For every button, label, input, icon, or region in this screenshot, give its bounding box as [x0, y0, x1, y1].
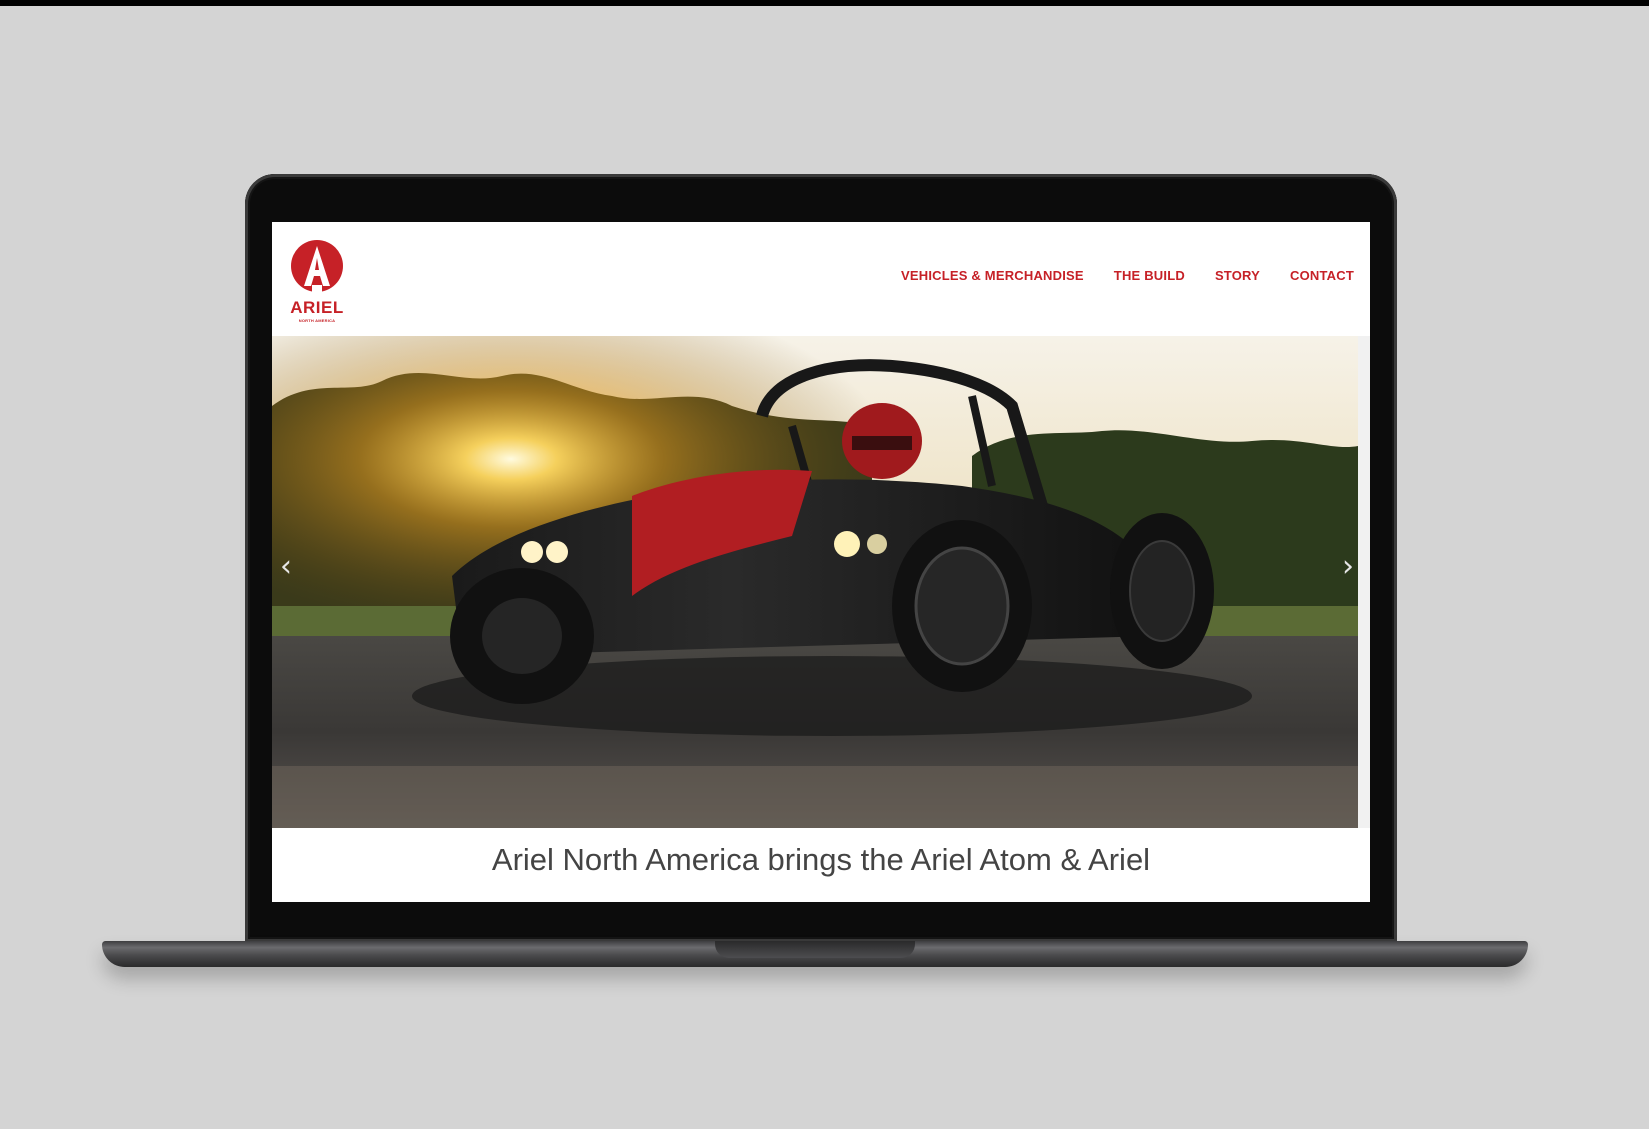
- mockup-background: ARIEL NORTH AMERICA VEHICLES & MERCHANDI…: [0, 0, 1649, 1129]
- laptop-screen: ARIEL NORTH AMERICA VEHICLES & MERCHANDI…: [272, 222, 1370, 902]
- logo-wordmark: ARIEL: [290, 298, 344, 317]
- nav-vehicles-merchandise[interactable]: VEHICLES & MERCHANDISE: [901, 268, 1084, 283]
- site-header: ARIEL NORTH AMERICA VEHICLES & MERCHANDI…: [272, 222, 1370, 336]
- nav-contact[interactable]: CONTACT: [1290, 268, 1354, 283]
- logo-subtitle: NORTH AMERICA: [298, 318, 336, 323]
- ariel-emblem-icon: [291, 240, 343, 293]
- hero-right-gutter: [1358, 336, 1370, 828]
- slider-prev-button[interactable]: ‹: [280, 552, 292, 582]
- slider-next-button[interactable]: ›: [1342, 552, 1354, 582]
- chevron-left-icon: ‹: [280, 549, 292, 584]
- intro-headline: Ariel North America brings the Ariel Ato…: [491, 842, 1151, 877]
- nav-the-build[interactable]: THE BUILD: [1114, 268, 1185, 283]
- laptop-opening-notch: [715, 941, 915, 958]
- main-nav: VEHICLES & MERCHANDISE THE BUILD STORY C…: [901, 268, 1354, 283]
- nav-story[interactable]: STORY: [1215, 268, 1260, 283]
- ariel-logo[interactable]: ARIEL NORTH AMERICA: [288, 238, 346, 330]
- hero-car-photo: [272, 336, 1358, 828]
- hero-slider-image: [272, 336, 1358, 828]
- chevron-right-icon: ›: [1342, 549, 1354, 584]
